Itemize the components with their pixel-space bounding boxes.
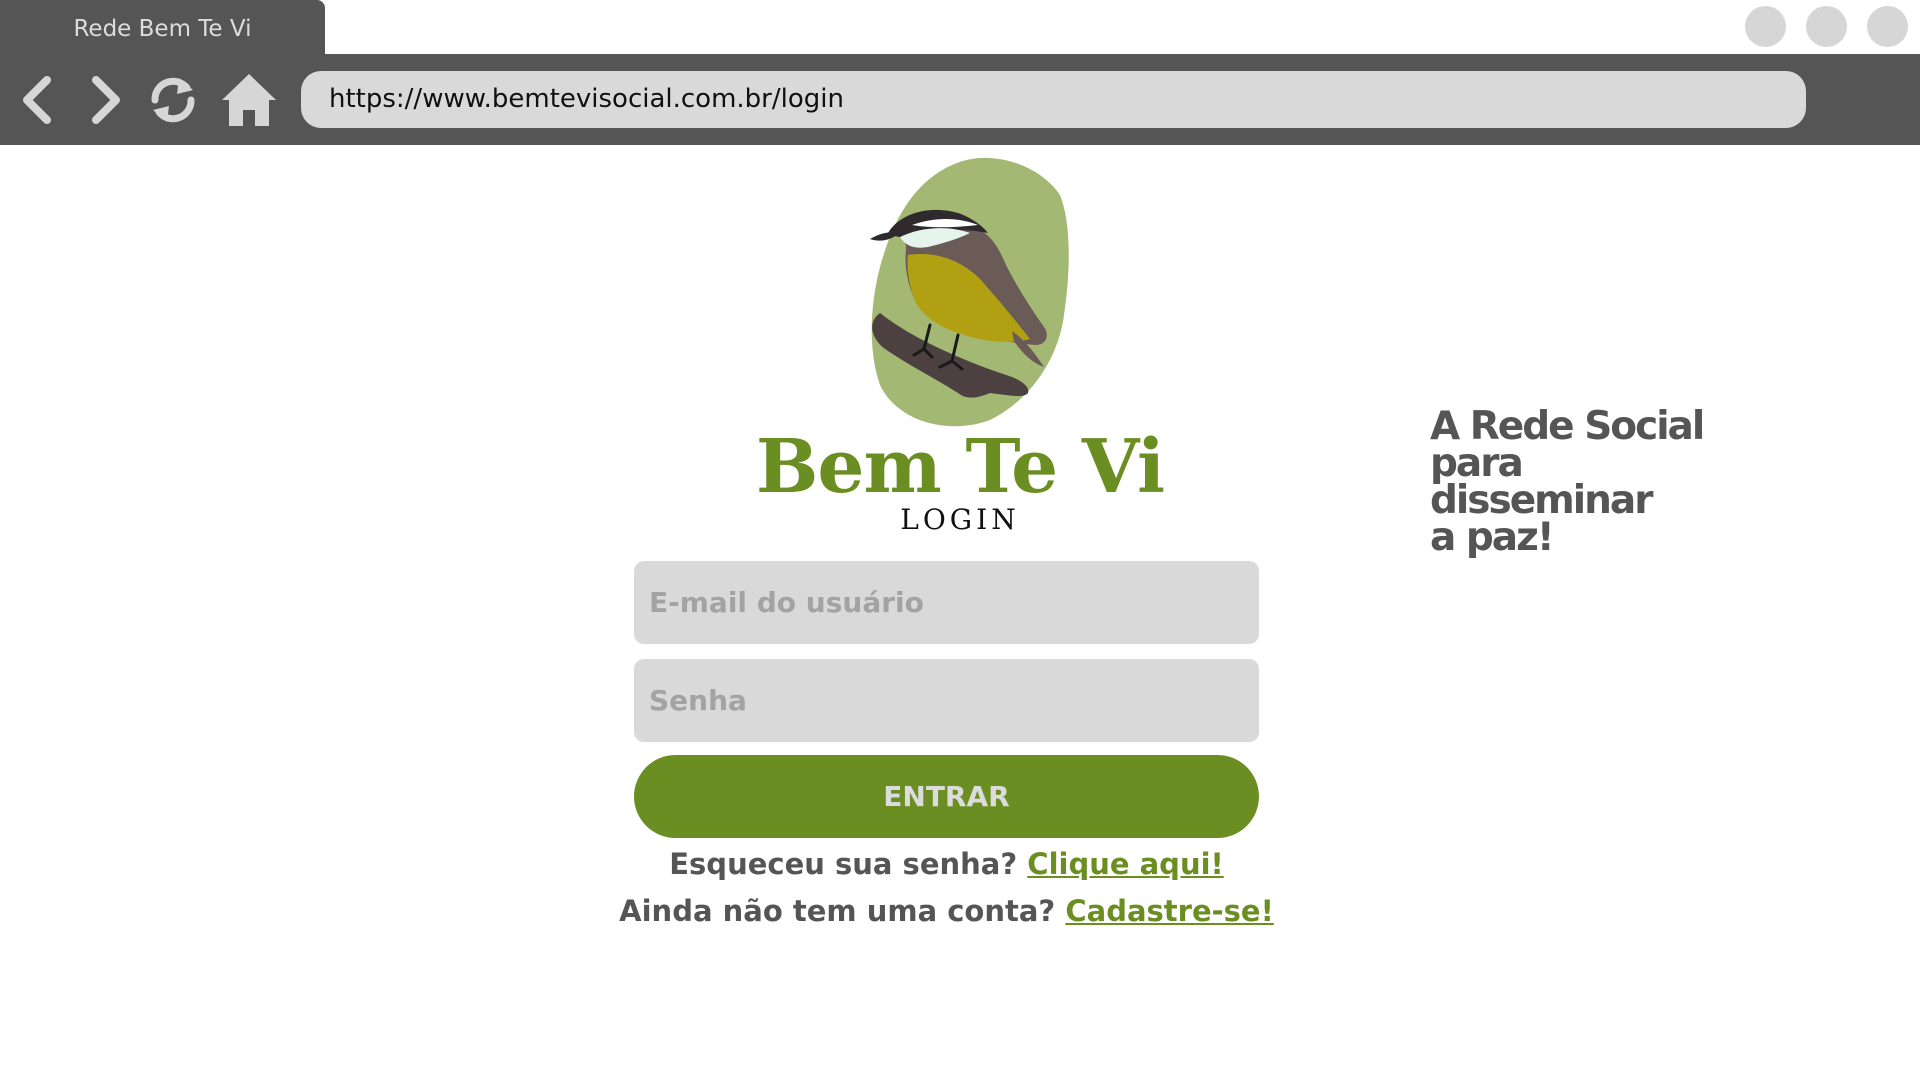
window-minimize-button[interactable]: [1745, 6, 1786, 47]
reload-icon[interactable]: [143, 70, 203, 130]
address-url: https://www.bemtevisocial.com.br/login: [329, 84, 844, 114]
address-bar[interactable]: https://www.bemtevisocial.com.br/login: [301, 71, 1806, 128]
back-icon[interactable]: [10, 70, 70, 130]
tagline-line: a paz!: [1430, 515, 1555, 560]
signup-line: Ainda não tem uma conta? Cadastre-se!: [540, 891, 1353, 931]
tab-title: Rede Bem Te Vi: [73, 16, 252, 42]
signup-text: Ainda não tem uma conta?: [619, 894, 1056, 928]
page-subtitle: LOGIN: [900, 503, 1020, 536]
home-icon[interactable]: [219, 70, 279, 130]
tagline-line: disseminar: [1430, 478, 1653, 523]
window-close-button[interactable]: [1867, 6, 1908, 47]
browser-window: Rede Bem Te Vi https://www.bemtevisocial…: [0, 0, 1920, 145]
tagline-line: A Rede Social: [1430, 404, 1705, 449]
signup-link[interactable]: Cadastre-se!: [1065, 894, 1273, 928]
login-button[interactable]: ENTRAR: [634, 755, 1259, 838]
forgot-password-link[interactable]: Clique aqui!: [1027, 847, 1223, 881]
window-maximize-button[interactable]: [1806, 6, 1847, 47]
bird-logo-icon: [840, 155, 1100, 433]
tagline: A Rede Social para disseminar a paz!: [1430, 404, 1730, 560]
window-controls: [1745, 6, 1920, 47]
brand-name: Bem Te Vi: [755, 424, 1165, 510]
email-field[interactable]: [634, 561, 1259, 644]
forward-icon[interactable]: [73, 70, 133, 130]
password-field[interactable]: [634, 659, 1259, 742]
forgot-password-line: Esqueceu sua senha? Clique aqui!: [540, 844, 1353, 884]
browser-toolbar: https://www.bemtevisocial.com.br/login: [0, 54, 1920, 145]
tagline-line: para: [1430, 441, 1524, 486]
browser-tab[interactable]: Rede Bem Te Vi: [0, 0, 325, 56]
forgot-password-text: Esqueceu sua senha?: [669, 847, 1018, 881]
